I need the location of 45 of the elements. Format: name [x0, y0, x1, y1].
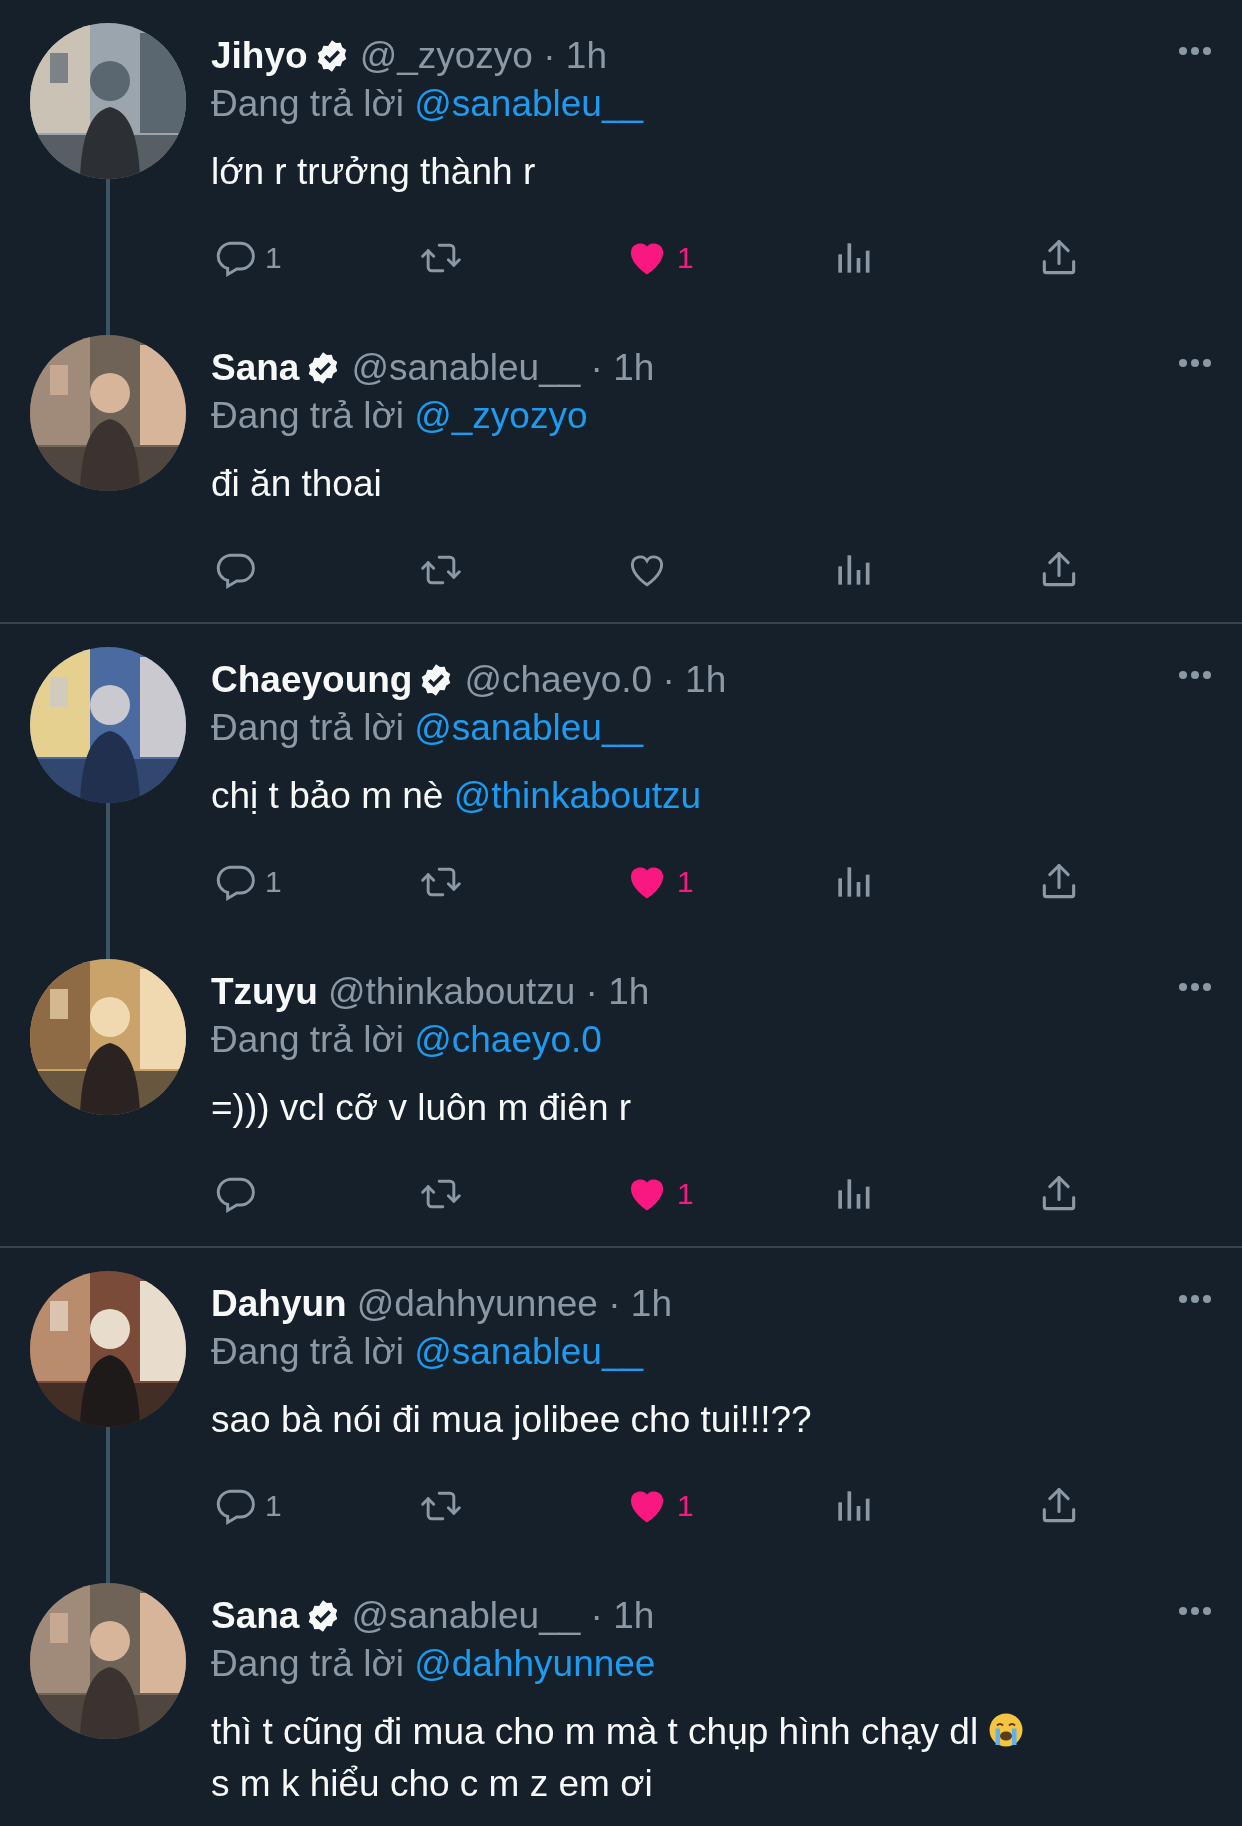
- replying-to-text: Đang trả lời @chaeyo.0: [211, 1018, 603, 1062]
- mention-link[interactable]: @thinkaboutzu: [453, 775, 702, 816]
- tweet-text: lớn r trưởng thành r: [211, 150, 537, 194]
- like-count: 1: [677, 1489, 694, 1523]
- more-icon[interactable]: [1178, 982, 1212, 992]
- mention-link[interactable]: @sanableu__: [414, 83, 644, 124]
- more-icon[interactable]: [1178, 358, 1212, 368]
- tweet-text: thì t cũng đi mua cho m mà t chụp hình chạy dl s m k hiểu cho c m z em ơi: [211, 1706, 1212, 1810]
- handle-time: @chaeyo.0 · 1h: [464, 659, 727, 701]
- mention-link[interactable]: @dahhyunnee: [414, 1643, 656, 1684]
- replying-to-text: Đang trả lời @dahhyunnee: [211, 1642, 657, 1686]
- handle-time: @_zyozyo · 1h: [359, 35, 607, 77]
- more-icon[interactable]: [1178, 46, 1212, 56]
- user-name[interactable]: Sana: [211, 1595, 300, 1637]
- replying-to-text: Đang trả lời @sanableu__: [211, 706, 645, 750]
- more-icon[interactable]: [1178, 1294, 1212, 1304]
- mention-link[interactable]: @chaeyo.0: [414, 1019, 602, 1060]
- handle-time: @sanableu__ · 1h: [351, 1595, 655, 1637]
- user-name[interactable]: Chaeyoung: [211, 659, 413, 701]
- replying-to-text: Đang trả lời @sanableu__: [211, 1330, 645, 1374]
- user-name[interactable]: Sana: [211, 347, 300, 389]
- tweet-text: sao bà nói đi mua jolibee cho tui!!!??: [211, 1398, 813, 1442]
- more-icon[interactable]: [1178, 670, 1212, 680]
- mention-link[interactable]: @sanableu__: [414, 707, 644, 748]
- reply-count: 1: [265, 241, 282, 275]
- mention-link[interactable]: @_zyozyo: [414, 395, 588, 436]
- tweet-text: chị t bảo m nè @thinkaboutzu: [211, 774, 703, 818]
- crying-emoji-icon: [988, 1712, 1025, 1748]
- like-count: 1: [677, 241, 694, 275]
- replying-to-text: Đang trả lời @sanableu__: [211, 82, 645, 126]
- tweet-text: =))) vcl cỡ v luôn m điên r: [211, 1086, 633, 1130]
- like-count: 1: [677, 1177, 694, 1211]
- reply-count: 1: [265, 865, 282, 899]
- user-name[interactable]: Jihyo: [211, 35, 308, 77]
- tweet-text: đi ăn thoai: [211, 462, 383, 506]
- user-name[interactable]: Dahyun: [211, 1283, 347, 1325]
- handle-time: @dahhyunnee · 1h: [356, 1283, 672, 1325]
- mention-link[interactable]: @sanableu__: [414, 1331, 644, 1372]
- more-icon[interactable]: [1178, 1606, 1212, 1616]
- replying-to-text: Đang trả lời @_zyozyo: [211, 394, 589, 438]
- handle-time: @sanableu__ · 1h: [351, 347, 655, 389]
- like-count: 1: [677, 865, 694, 899]
- user-name[interactable]: Tzuyu: [211, 971, 318, 1013]
- reply-count: 1: [265, 1489, 282, 1523]
- handle-time: @thinkaboutzu · 1h: [327, 971, 650, 1013]
